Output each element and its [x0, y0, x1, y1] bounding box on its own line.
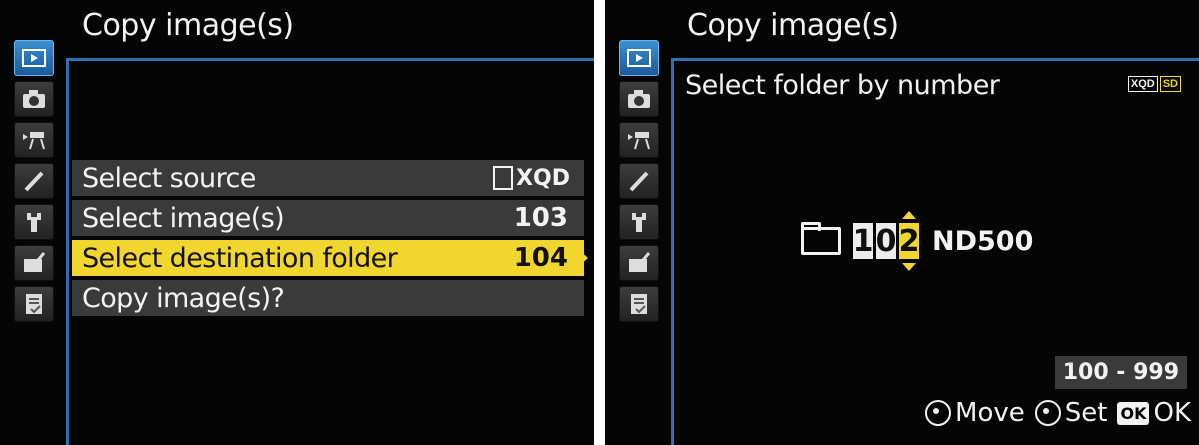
playback-icon: [22, 49, 46, 67]
folder-number-selector[interactable]: 1 0 2 ND500: [801, 211, 1034, 271]
retouch-tab[interactable]: [14, 245, 54, 281]
shooting-tab[interactable]: [619, 81, 659, 117]
custom-settings-tab[interactable]: [14, 163, 54, 199]
menu-tabs: [615, 40, 669, 327]
chevron-right-icon: [578, 249, 588, 267]
ok-hint: OK OK: [1117, 398, 1191, 428]
source-value: XQD: [493, 166, 584, 191]
copy-images-menu-screen: Copy image(s) Select source XQD Select i…: [0, 0, 594, 445]
wrench-icon: [27, 213, 41, 232]
menu-item-value: 104: [513, 243, 568, 273]
move-hint-label: Move: [955, 398, 1025, 428]
source-card-type: XQD: [516, 165, 570, 191]
my-menu-tab[interactable]: [14, 286, 54, 322]
menu-border: [66, 58, 69, 445]
retouch-icon: [629, 252, 651, 272]
folder-name: ND500: [932, 225, 1034, 257]
folder-digit-2[interactable]: 0: [876, 223, 896, 259]
sd-slot-label: SD: [1159, 76, 1181, 92]
setup-tab[interactable]: [619, 204, 659, 240]
movie-icon: [23, 132, 45, 150]
pencil-icon: [629, 171, 649, 192]
screen-subtitle: Select folder by number: [685, 70, 1000, 101]
menu-item-label: Select image(s): [82, 202, 285, 234]
menu-item-label: Select source: [82, 162, 256, 194]
retouch-tab[interactable]: [619, 245, 659, 281]
folder-range: 100 - 999: [1054, 356, 1187, 389]
retouch-icon: [24, 252, 46, 272]
memory-card-icon: [493, 166, 514, 190]
title-divider: [671, 58, 1199, 61]
menu-item-label: Copy image(s)?: [82, 282, 285, 314]
playback-tab[interactable]: [14, 40, 54, 76]
button-hints: Move Set OK OK: [925, 398, 1191, 428]
playback-icon: [627, 49, 651, 67]
xqd-slot-label: XQD: [1127, 76, 1158, 92]
card-slot-badge: XQD SD: [1127, 76, 1181, 92]
menu-item-label: Select destination folder: [82, 242, 398, 274]
menu-item-select-source[interactable]: Select source XQD: [72, 160, 584, 196]
menu-item-select-destination-folder[interactable]: Select destination folder 104: [72, 240, 588, 276]
page-title: Copy image(s): [82, 8, 294, 43]
menu-item-select-images[interactable]: Select image(s) 103: [72, 200, 584, 236]
wrench-icon: [632, 213, 646, 232]
shooting-tab[interactable]: [14, 81, 54, 117]
copy-menu-list: Select source XQD Select image(s) 103 Se…: [72, 160, 588, 320]
my-menu-icon: [631, 294, 647, 314]
menu-tabs: [10, 40, 64, 327]
set-hint: Set: [1034, 398, 1108, 428]
camera-icon: [628, 90, 650, 108]
movie-tab[interactable]: [14, 122, 54, 158]
ok-button-icon: OK: [1117, 401, 1150, 425]
set-hint-label: Set: [1064, 398, 1108, 428]
movie-tab[interactable]: [619, 122, 659, 158]
movie-icon: [628, 132, 650, 150]
camera-icon: [23, 90, 45, 108]
ok-hint-label: OK: [1153, 398, 1191, 428]
move-hint: Move: [925, 398, 1025, 428]
setup-tab[interactable]: [14, 204, 54, 240]
folder-icon: [801, 222, 841, 255]
custom-settings-tab[interactable]: [619, 163, 659, 199]
folder-digit-3[interactable]: 2: [899, 211, 919, 271]
multi-selector-icon: [925, 400, 952, 426]
pencil-icon: [24, 171, 44, 192]
menu-border: [671, 58, 674, 445]
playback-tab[interactable]: [619, 40, 659, 76]
page-title: Copy image(s): [687, 8, 899, 43]
menu-item-copy-images[interactable]: Copy image(s)?: [72, 280, 584, 316]
select-folder-screen: Copy image(s) Select folder by number XQ…: [605, 0, 1199, 445]
folder-digit-1[interactable]: 1: [853, 223, 873, 259]
my-menu-icon: [26, 294, 42, 314]
title-divider: [66, 58, 594, 61]
my-menu-tab[interactable]: [619, 286, 659, 322]
up-down-selector-icon: [1034, 400, 1061, 426]
menu-item-value: 103: [513, 203, 568, 233]
